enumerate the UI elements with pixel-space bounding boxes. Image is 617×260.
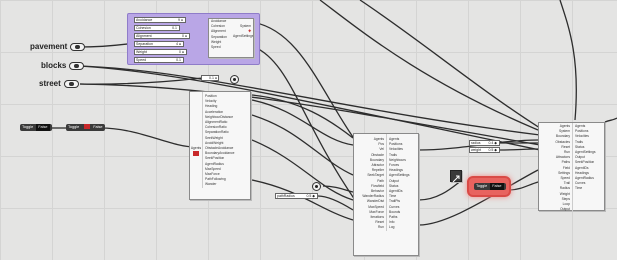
slider-alignment[interactable]: Alignment 0 ● (134, 33, 190, 39)
agent-solver-component[interactable]: Agents Pos Vel Obstacle Boundary Attract… (353, 133, 419, 256)
slider-avoidance[interactable]: Avoidance 9 ● (134, 17, 186, 23)
output-row[interactable]: Log (387, 225, 418, 230)
slider-weight[interactable]: Weight 0 ● (134, 49, 187, 55)
relay-node-2-icon[interactable] (312, 182, 321, 191)
toggle-red-label: Toggle (476, 184, 488, 188)
wire-purple-2 (251, 45, 356, 201)
toggle-mid[interactable]: Toggle False (66, 124, 105, 131)
input-row[interactable]: Run (354, 225, 386, 230)
toggle-mid-state: False (93, 125, 103, 129)
toggle-red-state: False (490, 183, 504, 190)
red-group[interactable]: Toggle False (467, 176, 511, 197)
wire-left-3 (251, 139, 354, 201)
input-row[interactable]: Output (539, 207, 572, 212)
grasshopper-canvas[interactable]: pavement blocks street Avoidance 9 ● Cohe… (0, 0, 617, 260)
mid-inputs: Agents Pos Vel Obstacle Boundary Attract… (354, 134, 386, 231)
param-pavement[interactable]: pavement (30, 42, 86, 51)
right-outputs: Agents Positions Velocities Trails Statu… (572, 123, 604, 213)
toggle-mid-label: Toggle (68, 125, 80, 129)
output-agentsettings[interactable]: AgentSettings (231, 34, 253, 39)
toggle-red[interactable]: Toggle False (474, 183, 506, 190)
param-street[interactable]: street (39, 79, 79, 88)
number-node[interactable]: 0.1 ● (201, 75, 219, 81)
wire-left-1 (251, 99, 354, 146)
mid-outputs: Agents Positions Velocities Trails Neigh… (386, 134, 418, 231)
slider-speed[interactable]: Speed 0.1 (134, 57, 184, 63)
param-blocks[interactable]: blocks (41, 61, 85, 70)
param-blocks-label: blocks (41, 61, 67, 70)
wire-rs-2 (499, 148, 539, 151)
param-street-label: street (39, 79, 61, 88)
wire-left-4 (251, 179, 354, 221)
purple-outputs: System ✚ AgentSettings (231, 19, 253, 50)
output-row[interactable]: Wander (203, 182, 250, 187)
purple-inputs: Avoidance Cohesion Alignment Separation … (209, 19, 231, 50)
wire-toggle-to-left (99, 127, 196, 148)
slider-path-radius[interactable]: pathRadius 0.5 ◆ (275, 193, 318, 199)
param-pavement-socket-icon[interactable] (70, 42, 86, 51)
wire-out-right (604, 117, 617, 123)
toggle-mid-red-icon (84, 124, 91, 129)
toggle-left[interactable]: Toggle False (20, 124, 52, 131)
wire-top-2 (359, 0, 541, 129)
vector-icon (452, 175, 460, 183)
agent-system-component[interactable]: Agents System Boundary Obstacles Reset R… (538, 122, 605, 213)
slider-weight-right[interactable]: weight 0.5 ◆ (469, 147, 500, 153)
agent-deconstruct-component[interactable]: Agents Position Velocity Heading Acceler… (189, 91, 251, 200)
left-outputs: Position Velocity Heading Acceleration N… (202, 92, 250, 188)
vector-display-node[interactable] (450, 170, 462, 183)
agent-icon (193, 151, 199, 156)
purple-settings-component[interactable]: Avoidance Cohesion Alignment Separation … (208, 18, 254, 58)
slider-radius[interactable]: radius 0.4 ◆ (469, 140, 500, 146)
purple-group[interactable]: Avoidance 9 ● Cohesion 0.1 Alignment 0 ● Se… (127, 13, 260, 65)
param-street-socket-icon[interactable] (63, 79, 79, 88)
input-agents-label[interactable]: Agents (191, 146, 201, 150)
wire-top-3 (559, 0, 577, 121)
wire-left-2 (251, 114, 354, 176)
right-inputs: Agents System Boundary Obstacles Reset R… (539, 123, 572, 212)
relay-node-icon[interactable] (230, 75, 239, 84)
slider-separation[interactable]: Separation 4 ● (134, 41, 184, 47)
wire-left-5 (251, 94, 354, 139)
wire-blocks-2 (78, 65, 541, 151)
toggle-left-label: Toggle (22, 125, 34, 129)
toggle-left-state: False (36, 124, 50, 131)
input-speed[interactable]: Speed (209, 45, 231, 50)
output-row[interactable]: Time (573, 186, 604, 191)
number-node-value: 0.1 ● (209, 76, 217, 80)
param-pavement-label: pavement (30, 42, 68, 51)
param-blocks-socket-icon[interactable] (69, 61, 85, 70)
slider-cohesion[interactable]: Cohesion 0.1 (134, 25, 180, 31)
